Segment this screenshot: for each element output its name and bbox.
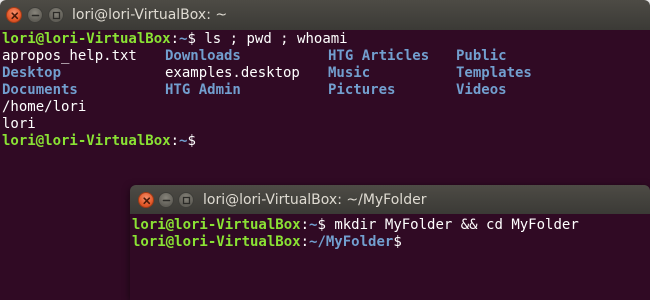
command-text: ls ; pwd ; whoami xyxy=(195,31,348,47)
ls-output-row: Desktop examples.desktop Music Templates xyxy=(2,65,650,82)
prompt-user: lori@lori-VirtualBox xyxy=(2,31,171,47)
prompt-dollar: $ xyxy=(187,31,196,47)
titlebar[interactable]: lori@lori-VirtualBox: ~/MyFolder xyxy=(130,185,650,215)
titlebar[interactable]: lori@lori-VirtualBox: ~ xyxy=(0,0,650,31)
terminal-output[interactable]: lori@lori-VirtualBox:~$ mkdir MyFolder &… xyxy=(130,214,650,300)
maximize-icon xyxy=(52,11,61,20)
ls-output-row: Documents HTG Admin Pictures Videos xyxy=(2,82,650,99)
prompt-line: lori@lori-VirtualBox:~/MyFolder$ xyxy=(132,234,650,251)
ls-entry: Pictures xyxy=(328,82,396,98)
prompt-path: ~/MyFolder xyxy=(309,234,394,250)
prompt-separator: : xyxy=(170,31,180,47)
command-line: lori@lori-VirtualBox:~$ mkdir MyFolder &… xyxy=(132,217,650,234)
ls-entry: apropos_help.txt xyxy=(2,48,137,64)
prompt-separator: : xyxy=(170,133,180,149)
ls-entry: Public xyxy=(456,48,507,64)
ls-entry: examples.desktop xyxy=(165,65,300,81)
close-icon xyxy=(11,12,19,20)
maximize-button[interactable] xyxy=(178,192,194,208)
maximize-button[interactable] xyxy=(48,7,64,23)
ls-entry: Downloads xyxy=(165,48,241,64)
ls-entry: Desktop xyxy=(2,65,62,81)
ls-entry: HTG Admin xyxy=(165,82,241,98)
prompt-separator: : xyxy=(300,234,310,250)
ls-entry: Documents xyxy=(2,82,78,98)
prompt-user: lori@lori-VirtualBox xyxy=(132,234,301,250)
prompt-dollar: $ xyxy=(187,133,196,149)
minimize-button[interactable] xyxy=(158,192,174,208)
prompt-separator: : xyxy=(300,217,310,233)
minimize-icon xyxy=(162,199,171,202)
desktop: lori@lori-VirtualBox: ~ lori@lori-Virtua… xyxy=(0,0,650,300)
ls-entry: HTG Articles xyxy=(328,48,430,64)
minimize-button[interactable] xyxy=(27,7,43,23)
prompt-line: lori@lori-VirtualBox:~$ xyxy=(2,133,650,150)
command-line: lori@lori-VirtualBox:~$ ls ; pwd ; whoam… xyxy=(2,31,650,48)
prompt-dollar: $ xyxy=(393,234,402,250)
ls-entry: Music xyxy=(328,65,371,81)
prompt-user: lori@lori-VirtualBox xyxy=(2,133,171,149)
close-button[interactable] xyxy=(138,192,154,208)
prompt-user: lori@lori-VirtualBox xyxy=(132,217,301,233)
window-title: lori@lori-VirtualBox: ~ xyxy=(72,7,228,23)
command-text: mkdir MyFolder && cd MyFolder xyxy=(325,217,579,233)
window-title: lori@lori-VirtualBox: ~/MyFolder xyxy=(203,192,427,208)
prompt-dollar: $ xyxy=(317,217,326,233)
pwd-output: /home/lori xyxy=(2,99,87,115)
ls-entry: Videos xyxy=(456,82,507,98)
maximize-icon xyxy=(182,196,191,205)
terminal-window-myfolder[interactable]: lori@lori-VirtualBox: ~/MyFolder lori@lo… xyxy=(130,185,650,300)
close-button[interactable] xyxy=(6,7,22,23)
ls-entry: Templates xyxy=(456,65,532,81)
whoami-output: lori xyxy=(2,116,36,132)
ls-output-row: apropos_help.txt Downloads HTG Articles Pub… xyxy=(2,48,650,65)
minimize-icon xyxy=(31,14,40,17)
close-icon xyxy=(143,197,151,205)
